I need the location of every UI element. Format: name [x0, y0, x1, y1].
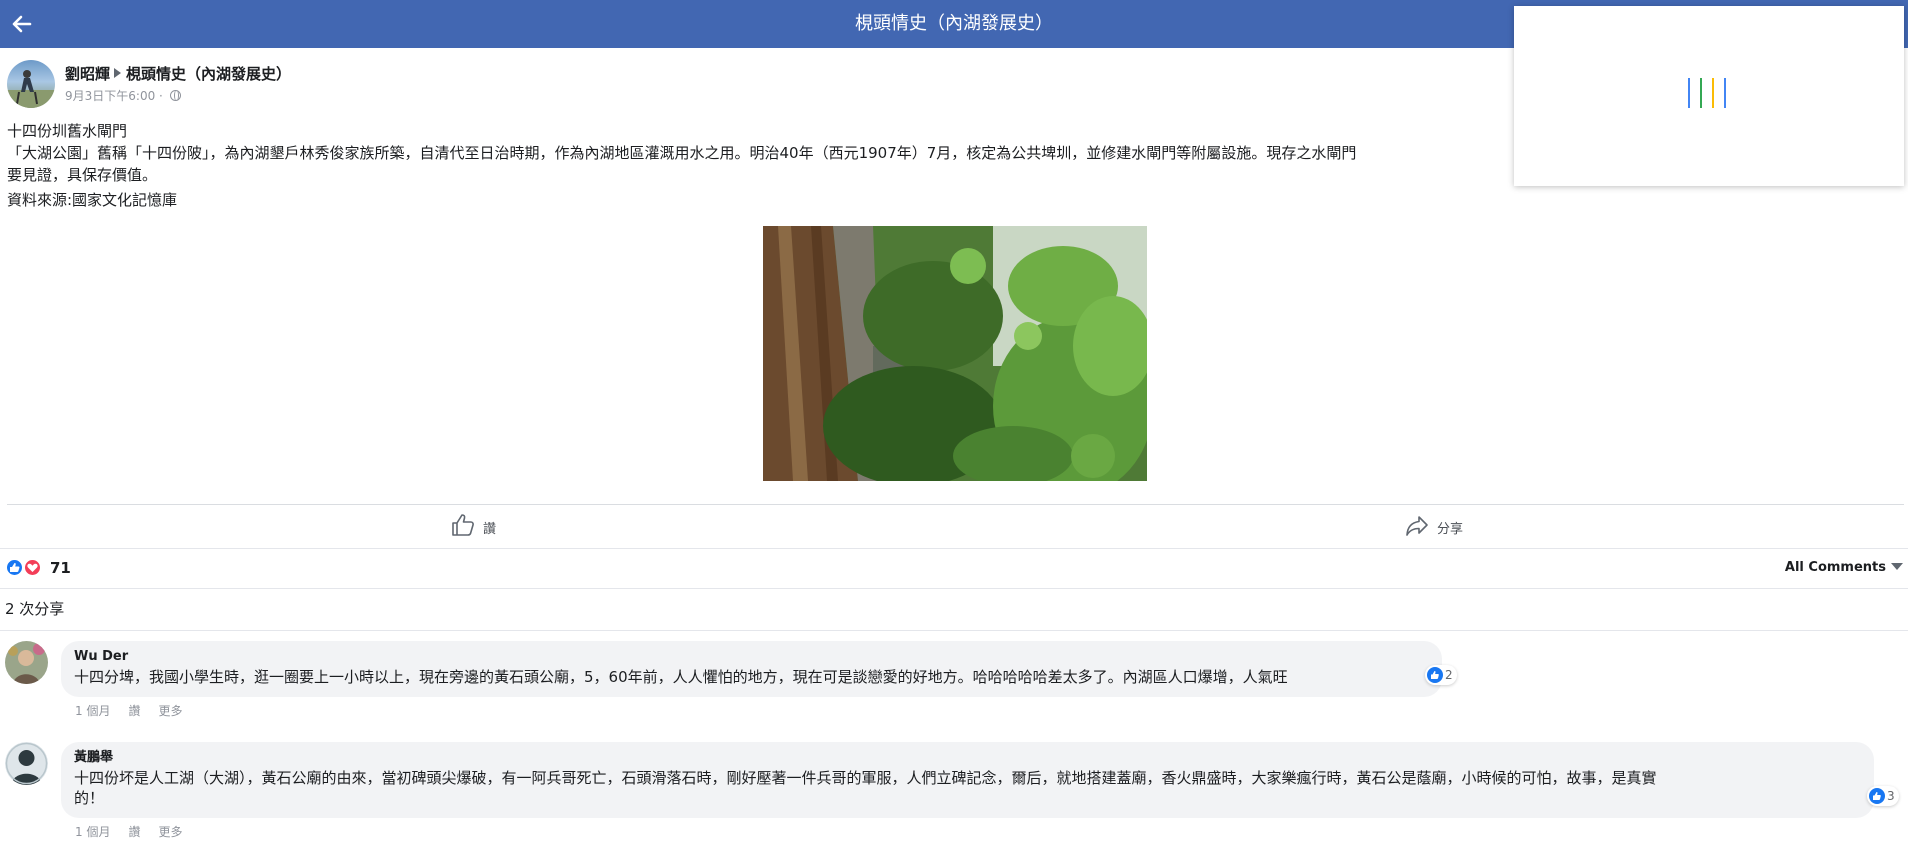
comment-text-line-1: 十四份坏是人工湖（大湖），黃石公廟的由來，當初碑頭尖爆破，有一阿兵哥死亡，石頭滑…	[74, 769, 1657, 787]
thumbs-up-icon	[1869, 788, 1885, 804]
comment-text: 十四份坏是人工湖（大湖），黃石公廟的由來，當初碑頭尖爆破，有一阿兵哥死亡，石頭滑…	[74, 768, 1862, 808]
comment-time[interactable]: 1 個月	[75, 704, 110, 718]
comment-actions: 1 個月 讚 更多	[75, 823, 200, 840]
comment-text-line-2: 的！	[74, 789, 105, 807]
share-arrow-icon	[1406, 516, 1428, 536]
comment-like-link[interactable]: 讚	[128, 704, 140, 718]
commenter-avatar[interactable]	[5, 742, 48, 785]
post-body: 十四份圳舊水閘門 「大湖公園」舊稱「十四份陂」，為內湖墾戶林秀俊家族所築，自清代…	[7, 120, 1507, 211]
thumbs-up-icon	[452, 514, 474, 536]
comments-filter-label: All Comments	[1784, 560, 1886, 575]
thumbs-up-icon	[1427, 667, 1443, 683]
comment-like-link[interactable]: 讚	[128, 825, 140, 839]
share-count[interactable]: 2 次分享	[5, 598, 64, 619]
comment-reaction-count[interactable]: 2	[1425, 665, 1457, 685]
divider	[0, 548, 1908, 549]
post-source: 資料來源:國家文化記憶庫	[7, 191, 178, 209]
like-reaction-icon	[5, 558, 24, 577]
author-avatar[interactable]	[7, 60, 55, 108]
post-title-line: 十四份圳舊水閘門	[7, 122, 128, 140]
comment-actions: 1 個月 讚 更多	[75, 702, 200, 719]
loading-popup	[1514, 6, 1904, 186]
comment-like-count: 2	[1445, 668, 1453, 682]
comment-bubble: 黃鵬舉 十四份坏是人工湖（大湖），黃石公廟的由來，當初碑頭尖爆破，有一阿兵哥死亡…	[61, 742, 1874, 818]
caret-down-icon	[1891, 563, 1903, 570]
triangle-right-icon	[114, 68, 122, 78]
love-reaction-icon	[23, 558, 42, 577]
post-timestamp[interactable]: 9月3日下午6:00 ·	[65, 89, 163, 103]
comment-bubble: Wu Der 十四分埤，我國小學生時，逛一圈要上一小時以上，現在旁邊的黃石頭公廟…	[61, 641, 1442, 697]
loading-spinner-icon	[1688, 78, 1734, 110]
comments-filter-dropdown[interactable]: All Comments	[1785, 560, 1903, 575]
comment-text: 十四分埤，我國小學生時，逛一圈要上一小時以上，現在旁邊的黃石頭公廟，5，60年前…	[74, 668, 1288, 686]
post-text-line-2: 要見證，具保存價值。	[7, 166, 158, 184]
post-text-line-1: 「大湖公園」舊稱「十四份陂」，為內湖墾戶林秀俊家族所築，自清代至日治時期，作為內…	[7, 144, 1357, 162]
commenter-avatar[interactable]	[5, 641, 48, 684]
commenter-name[interactable]: 黃鵬舉	[74, 750, 1862, 766]
divider	[0, 588, 1908, 589]
comment-like-count: 3	[1887, 789, 1895, 803]
commenter-name[interactable]: Wu Der	[74, 649, 1430, 665]
post-photo[interactable]	[763, 226, 1147, 481]
actions-divider	[7, 504, 1904, 505]
like-label: 讚	[483, 522, 497, 537]
comment-reaction-count[interactable]: 3	[1867, 786, 1899, 806]
author-name[interactable]: 劉昭輝	[65, 65, 110, 83]
group-name[interactable]: 梘頭情史（內湖發展史）	[126, 65, 291, 83]
comment-time[interactable]: 1 個月	[75, 825, 110, 839]
share-label: 分享	[1437, 522, 1464, 537]
divider	[0, 630, 1908, 631]
post-meta: 9月3日下午6:00 ·	[65, 87, 181, 104]
comment-more-link[interactable]: 更多	[158, 825, 182, 839]
comment-more-link[interactable]: 更多	[158, 704, 182, 718]
globe-icon	[169, 90, 181, 101]
reaction-count: 71	[50, 559, 71, 577]
author-line: 劉昭輝 梘頭情史（內湖發展史）	[65, 63, 291, 84]
